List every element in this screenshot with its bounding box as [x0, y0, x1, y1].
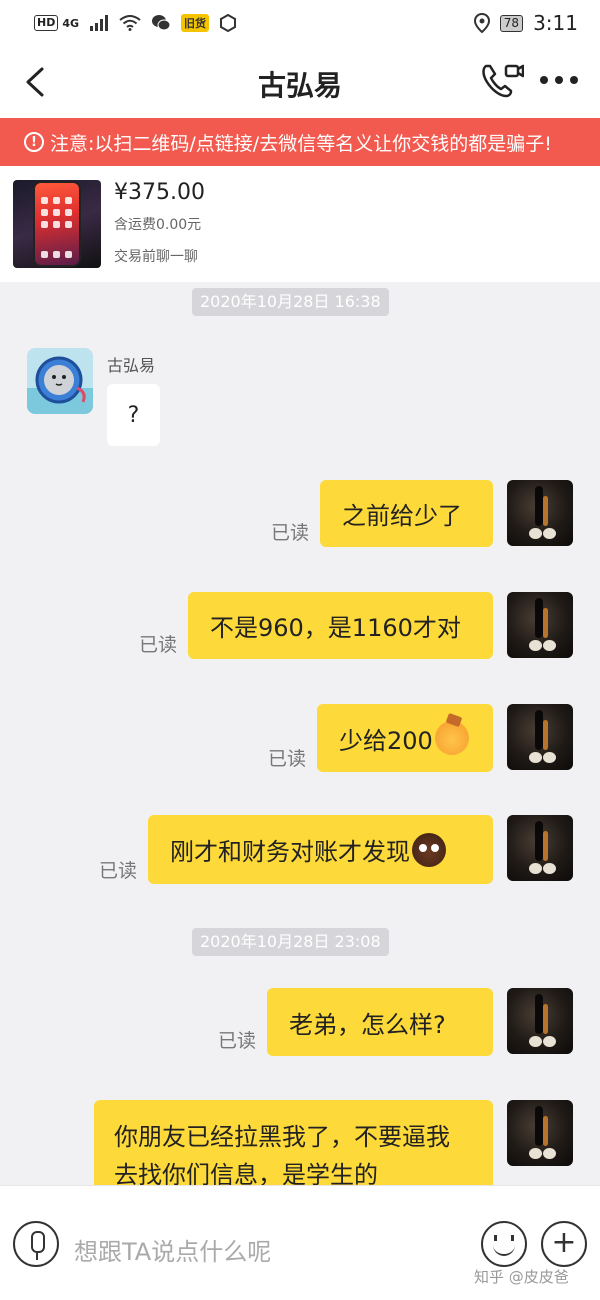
message-text: 老弟，怎么样?	[289, 1010, 446, 1039]
emoji-smile-icon[interactable]	[481, 1221, 527, 1267]
read-status: 已读	[271, 522, 310, 544]
my-avatar[interactable]	[507, 592, 573, 658]
phone-image	[35, 183, 79, 265]
my-avatar[interactable]	[507, 704, 573, 770]
status-left: HD 4G 旧货	[34, 14, 237, 32]
more-options-icon[interactable]	[540, 76, 580, 88]
message-text: 你朋友已经拉黑我了，不要逼我去找你们信息，是学生的	[114, 1123, 450, 1185]
status-bar: HD 4G 旧货 78 3:11	[0, 0, 600, 46]
status-right: 78 3:11	[473, 11, 578, 35]
read-status: 已读	[218, 1030, 257, 1052]
message-text: 刚才和财务对账才发现	[170, 838, 410, 866]
pre-trade-chat-label: 交易前聊一聊	[114, 249, 198, 265]
microphone-icon[interactable]	[13, 1221, 59, 1267]
outgoing-message-bubble[interactable]: 刚才和财务对账才发现	[148, 815, 493, 884]
read-status: 已读	[139, 634, 178, 656]
outgoing-message-bubble[interactable]: 之前给少了	[320, 480, 493, 547]
watermark: 知乎 @皮皮爸	[474, 1268, 569, 1286]
warning-text: 注意:以扫二维码/点链接/去微信等名义让你交钱的都是骗子!	[50, 132, 552, 155]
outgoing-message-bubble[interactable]: 你朋友已经拉黑我了，不要逼我去找你们信息，是学生的	[94, 1100, 493, 1185]
message-input-bar: 想跟TA说点什么呢 + 知乎 @皮皮爸	[0, 1185, 600, 1300]
message-text: 少给200	[339, 726, 433, 755]
shield-icon	[220, 14, 237, 32]
my-avatar[interactable]	[507, 988, 573, 1054]
incoming-message-bubble[interactable]: ?	[107, 384, 160, 446]
message-text: 之前给少了	[342, 502, 462, 530]
message-text: 不是960，是1160才对	[210, 614, 461, 642]
sender-name: 古弘易	[107, 356, 156, 375]
my-avatar[interactable]	[507, 480, 573, 546]
angry-emoji-icon	[434, 721, 469, 755]
warning-icon: !	[24, 132, 44, 152]
read-status: 已读	[99, 860, 138, 882]
read-status: 已读	[268, 748, 307, 770]
outgoing-message-bubble[interactable]: 少给200	[317, 704, 493, 772]
app-badge: 旧货	[181, 14, 210, 32]
clock: 3:11	[533, 11, 578, 35]
contact-avatar[interactable]	[27, 348, 93, 414]
my-avatar[interactable]	[507, 815, 573, 881]
shipping-fee: 含运费0.00元	[114, 217, 202, 233]
product-card[interactable]: ¥375.00 含运费0.00元 交易前聊一聊	[0, 166, 600, 282]
scam-warning-banner: ! 注意:以扫二维码/点链接/去微信等名义让你交钱的都是骗子!	[0, 118, 600, 166]
wechat-icon	[152, 15, 171, 31]
chat-area[interactable]: 2020年10月28日 16:38 古弘易 ? 已读 之前给少了 已读 不是96…	[0, 282, 600, 1185]
location-icon	[473, 13, 490, 33]
plus-icon[interactable]: +	[541, 1221, 587, 1267]
wifi-icon	[119, 15, 141, 31]
sad-emoji-icon	[412, 832, 446, 867]
signal-icon	[90, 15, 109, 31]
product-thumbnail[interactable]	[13, 180, 101, 268]
hd-indicator: HD	[34, 15, 59, 31]
phone-video-call-icon[interactable]	[478, 60, 524, 102]
message-input[interactable]: 想跟TA说点什么呢	[74, 1232, 271, 1267]
battery-indicator: 78	[499, 14, 524, 32]
network-label: 4G	[62, 16, 80, 30]
outgoing-message-bubble[interactable]: 不是960，是1160才对	[188, 592, 493, 659]
outgoing-message-bubble[interactable]: 老弟，怎么样?	[267, 988, 493, 1056]
timestamp: 2020年10月28日 16:38	[192, 288, 389, 316]
timestamp: 2020年10月28日 23:08	[192, 928, 389, 956]
cat-astronaut-icon	[27, 356, 93, 414]
chat-header: 古弘易	[0, 46, 600, 118]
product-price: ¥375.00	[114, 180, 205, 205]
my-avatar[interactable]	[507, 1100, 573, 1166]
